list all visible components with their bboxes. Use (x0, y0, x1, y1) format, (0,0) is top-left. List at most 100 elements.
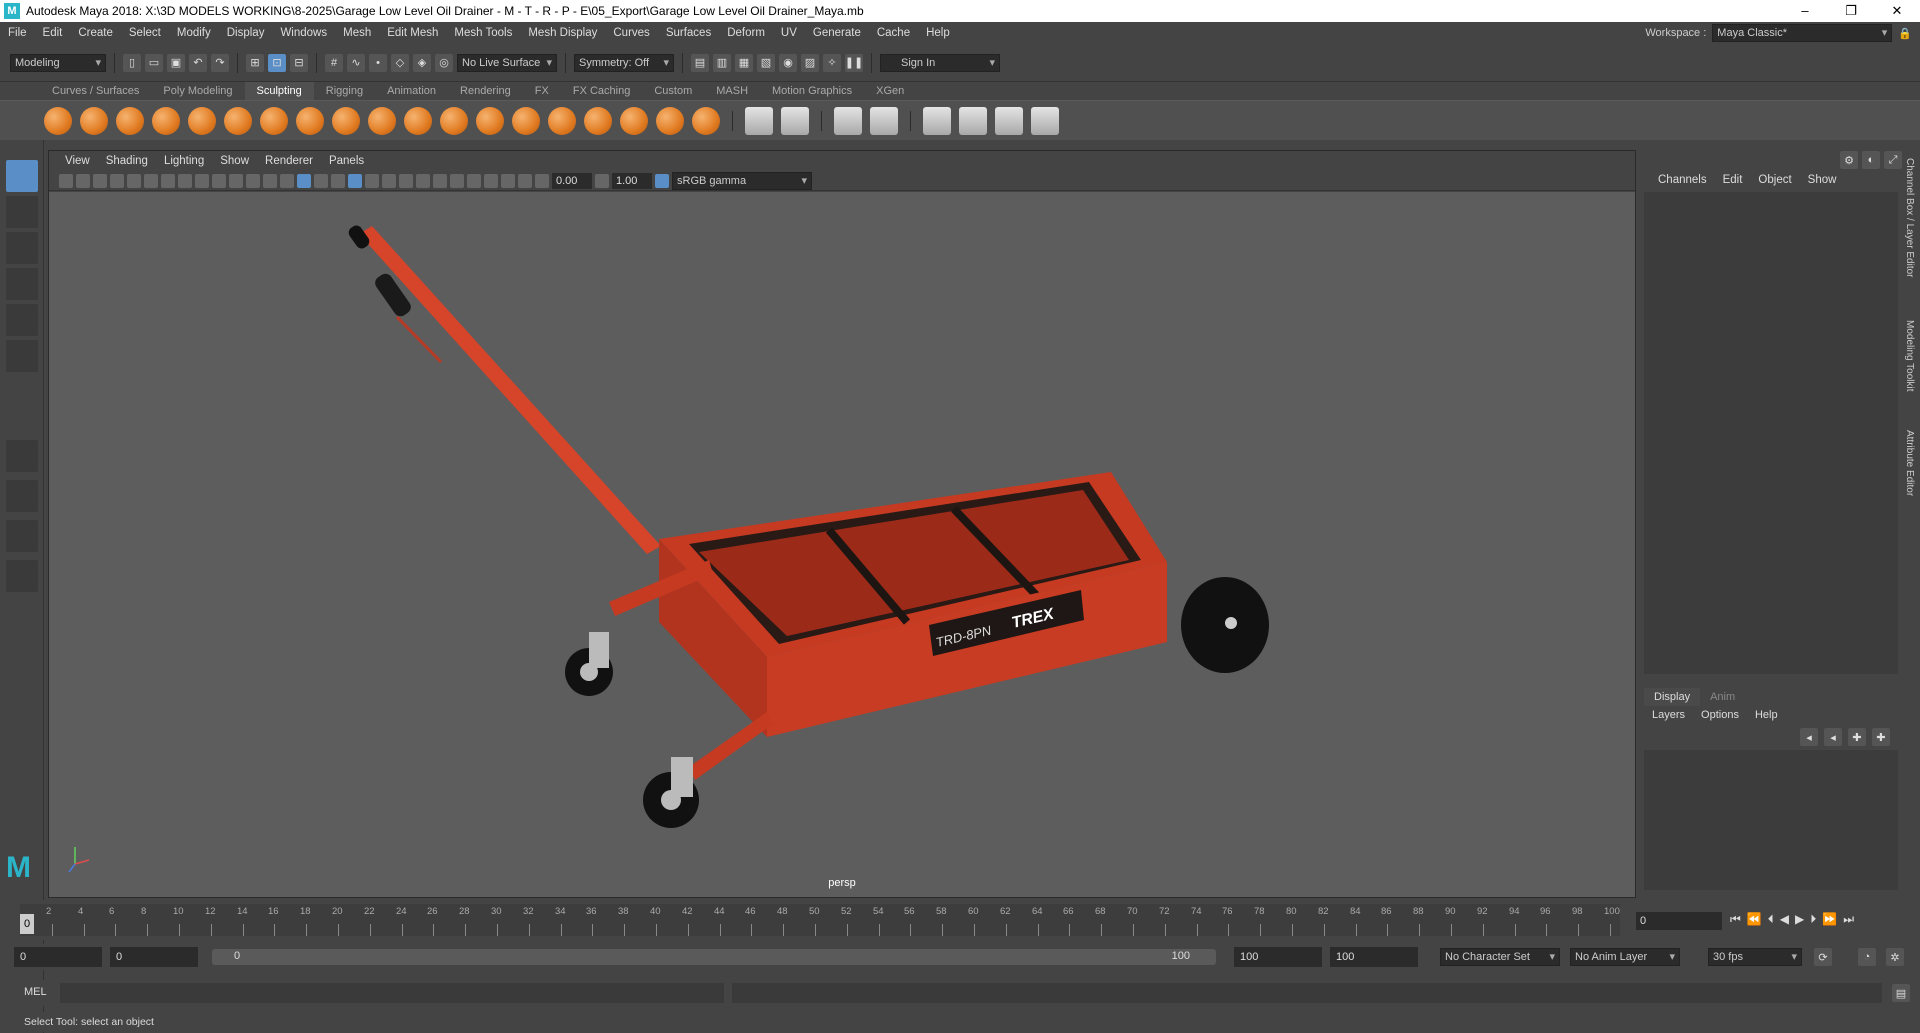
snap-view-icon[interactable]: ◇ (391, 53, 409, 72)
single-perspective-layout-icon[interactable] (6, 440, 38, 472)
imprint-tool-icon[interactable] (368, 106, 396, 135)
eraser-tool-icon[interactable] (1031, 106, 1059, 135)
open-scene-icon[interactable]: ▭ (145, 53, 163, 72)
menu-cache[interactable]: Cache (869, 27, 918, 39)
menu-edit-mesh[interactable]: Edit Mesh (379, 27, 446, 39)
auto-key-icon[interactable]: ◔ (1858, 948, 1876, 966)
script-editor-icon[interactable]: ▤ (1892, 984, 1910, 1002)
depth-of-field-icon[interactable] (450, 173, 464, 188)
redo-icon[interactable]: ↷ (211, 53, 229, 72)
current-frame-marker[interactable]: 0 (20, 914, 34, 934)
layer-menu-help[interactable]: Help (1747, 709, 1786, 721)
use-lights-icon[interactable] (365, 173, 379, 188)
select-tool-icon[interactable] (6, 160, 38, 192)
step-forward-frame-icon[interactable]: ⏵ (1810, 912, 1816, 927)
live-surface-field[interactable]: No Live Surface (457, 53, 557, 72)
convert-to-frozen-icon[interactable] (745, 106, 773, 135)
menu-curves[interactable]: Curves (605, 27, 657, 39)
layer-menu-layers[interactable]: Layers (1644, 709, 1693, 721)
move-layer-up-icon[interactable]: ◂ (1800, 728, 1818, 746)
viewport-menu-panels[interactable]: Panels (321, 155, 372, 167)
outliner-layout-icon[interactable] (6, 560, 38, 592)
go-to-end-icon[interactable]: ⏭ (1843, 912, 1854, 927)
menu-help[interactable]: Help (918, 27, 958, 39)
grid-icon[interactable] (161, 173, 175, 188)
hypershade-icon[interactable]: ◉ (779, 53, 797, 72)
channel-box-menu-edit[interactable]: Edit (1715, 174, 1751, 186)
shelf-tab-custom[interactable]: Custom (642, 82, 704, 100)
viewport-menu-show[interactable]: Show (212, 155, 257, 167)
sculpt-mask-icon[interactable] (692, 106, 720, 135)
move-layer-down-icon[interactable]: ◂ (1824, 728, 1842, 746)
range-slider[interactable]: 0 100 (212, 949, 1216, 965)
textured-icon[interactable] (348, 173, 362, 188)
pose-editor-icon[interactable] (870, 106, 898, 135)
view-transform-dropdown[interactable]: sRGB gamma (672, 171, 812, 190)
shelf-tab-rigging[interactable]: Rigging (314, 82, 375, 100)
anim-layer-dropdown[interactable]: No Anim Layer (1570, 948, 1680, 966)
select-hierarchy-icon[interactable]: ⊞ (246, 53, 264, 72)
default-material-icon[interactable] (314, 173, 328, 188)
menu-mesh[interactable]: Mesh (335, 27, 379, 39)
attribute-toggle-icon[interactable]: ⚙ (1840, 151, 1858, 169)
gamma-field[interactable]: 1.00 (612, 172, 652, 189)
undo-icon[interactable]: ↶ (189, 53, 207, 72)
wireframe-on-shaded-icon[interactable] (331, 173, 345, 188)
lasso-tool-icon[interactable] (6, 196, 38, 228)
menu-file[interactable]: File (0, 27, 35, 39)
menu-uv[interactable]: UV (773, 27, 805, 39)
menu-create[interactable]: Create (70, 27, 121, 39)
pin-icon[interactable]: ⤢ (1884, 151, 1902, 169)
isolate-select-icon[interactable] (467, 173, 481, 188)
shelf-tab-mash[interactable]: MASH (704, 82, 760, 100)
render-view-icon[interactable]: ▤ (691, 53, 709, 72)
menu-edit[interactable]: Edit (35, 27, 71, 39)
relax-tool-icon[interactable] (116, 106, 144, 135)
menu-select[interactable]: Select (121, 27, 169, 39)
viewport-menu-lighting[interactable]: Lighting (156, 155, 212, 167)
snap-live-icon[interactable]: ◎ (435, 53, 453, 72)
playback-end-field[interactable]: 100 (1234, 947, 1322, 967)
smear-tool-icon[interactable] (548, 106, 576, 135)
end-time-field[interactable]: 100 (1330, 947, 1418, 967)
shelf-tab-xgen[interactable]: XGen (864, 82, 916, 100)
bulge-tool-icon[interactable] (584, 106, 612, 135)
color-management-icon[interactable] (655, 173, 669, 188)
channel-toggle-icon[interactable]: ◐ (1862, 151, 1880, 169)
blend-shape-icon[interactable] (781, 106, 809, 135)
step-back-frame-icon[interactable]: ⏴ (1768, 912, 1774, 927)
viewport-menu-renderer[interactable]: Renderer (257, 155, 321, 167)
grab-tool-icon[interactable] (152, 106, 180, 135)
sculpt-tool-icon[interactable] (44, 106, 72, 135)
character-set-dropdown[interactable]: No Character Set (1440, 948, 1560, 966)
two-view-layout-icon[interactable] (6, 520, 38, 552)
side-tab-attribute-editor[interactable]: Attribute Editor (1904, 430, 1915, 496)
wrap-deformer-icon[interactable] (923, 106, 951, 135)
shelf-tab-sculpting[interactable]: Sculpting (244, 82, 314, 100)
side-tab-channel-box[interactable]: Channel Box / Layer Editor (1904, 158, 1915, 278)
amplify-tool-icon[interactable] (620, 106, 648, 135)
exposure-field[interactable]: 0.00 (552, 172, 592, 189)
start-time-field[interactable]: 0 (14, 947, 102, 967)
layer-list[interactable] (1644, 750, 1898, 890)
knife-tool-icon[interactable] (512, 106, 540, 135)
freeze-tool-icon[interactable] (656, 106, 684, 135)
new-layer-selected-icon[interactable]: ✚ (1872, 728, 1890, 746)
fill-tool-icon[interactable] (476, 106, 504, 135)
shelf-tab-animation[interactable]: Animation (375, 82, 448, 100)
go-to-start-icon[interactable]: ⏮ (1730, 912, 1741, 927)
repeat-tool-icon[interactable] (332, 106, 360, 135)
viewport-menu-shading[interactable]: Shading (98, 155, 156, 167)
symmetry-dropdown[interactable]: Symmetry: Off (574, 53, 674, 72)
screen-space-ao-icon[interactable] (399, 173, 413, 188)
menu-windows[interactable]: Windows (272, 27, 335, 39)
light-editor-icon[interactable]: ✧ (823, 53, 841, 72)
layer-deformer-icon[interactable] (995, 106, 1023, 135)
play-backward-icon[interactable]: ◀ (1780, 912, 1789, 927)
animation-preferences-icon[interactable]: ✲ (1886, 948, 1904, 966)
channel-box-menu-object[interactable]: Object (1750, 174, 1799, 186)
select-object-icon[interactable]: ⊡ (268, 53, 286, 72)
step-forward-key-icon[interactable]: ⏩ (1822, 912, 1837, 927)
menu-deform[interactable]: Deform (719, 27, 773, 39)
xray-joints-icon[interactable] (501, 173, 515, 188)
